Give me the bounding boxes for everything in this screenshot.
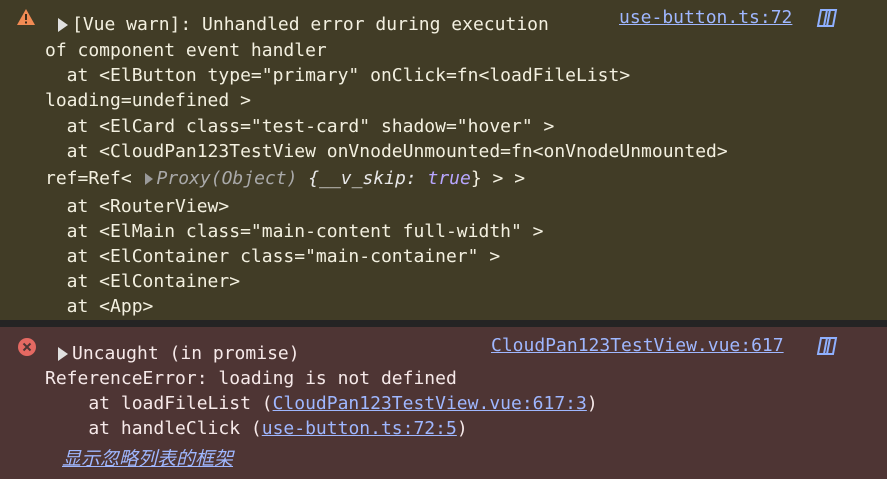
warning-title-continued: of component event handler <box>45 40 327 61</box>
error-icon <box>18 338 36 356</box>
trace-line: at <ElButton type="primary" onClick=fn<l… <box>45 65 631 86</box>
warning-icon <box>17 9 35 25</box>
console-warning-message: [Vue warn]: Unhandled error during execu… <box>0 0 887 320</box>
stack-frame: at handleClick (use-button.ts:72:5) <box>45 416 468 441</box>
console-error-message: Uncaught (in promise) CloudPan123TestVie… <box>0 327 887 479</box>
frame-source-link[interactable]: CloudPan123TestView.vue:617:3 <box>273 393 587 414</box>
frame-prefix: at handleClick ( <box>45 418 262 439</box>
copilot-icon[interactable] <box>815 7 839 29</box>
skip-key: {__v_skip: <box>297 168 428 189</box>
ref-suffix: } > > <box>470 168 526 189</box>
proxy-object[interactable]: Proxy(Object) <box>157 168 298 189</box>
error-title-line[interactable]: Uncaught (in promise) <box>56 341 300 366</box>
ref-prefix: ref=Ref< <box>45 168 143 189</box>
error-message: ReferenceError: loading is not defined <box>45 368 457 389</box>
error-title: Uncaught (in promise) <box>72 343 300 364</box>
trace-line: at <App> <box>45 296 154 317</box>
ref-line: ref=Ref< Proxy(Object) {__v_skip: true} … <box>45 166 525 191</box>
error-source-link[interactable]: CloudPan123TestView.vue:617 <box>491 335 784 356</box>
show-ignored-frames-link[interactable]: 显示忽略列表的框架 <box>62 444 233 471</box>
trace-line: at <CloudPan123TestView onVnodeUnmounted… <box>45 141 728 162</box>
trace-line: at <ElMain class="main-content full-widt… <box>45 221 544 242</box>
trace-line: at <ElContainer class="main-container" > <box>45 246 501 267</box>
trace-line: at <ElContainer> <box>45 271 241 292</box>
warning-source-link[interactable]: use-button.ts:72 <box>619 7 792 28</box>
trace-line: loading=undefined > <box>45 90 251 111</box>
frame-suffix: ) <box>456 418 468 439</box>
trace-line: at <ElCard class="test-card" shadow="hov… <box>45 116 555 137</box>
proxy-expand-icon[interactable] <box>144 173 153 185</box>
skip-value: true <box>427 168 471 189</box>
frame-source-link[interactable]: use-button.ts:72:5 <box>262 418 457 439</box>
frame-prefix: at loadFileList ( <box>45 393 273 414</box>
stack-frame: at loadFileList (CloudPan123TestView.vue… <box>45 391 598 416</box>
warning-title-line[interactable]: [Vue warn]: Unhandled error during execu… <box>56 12 549 37</box>
warning-title: [Vue warn]: Unhandled error during execu… <box>72 14 549 35</box>
copilot-icon[interactable] <box>815 335 839 357</box>
trace-line: at <RouterView> <box>45 196 230 217</box>
expand-triangle-icon[interactable] <box>58 347 68 361</box>
frame-suffix: ) <box>586 393 598 414</box>
expand-triangle-icon[interactable] <box>58 18 68 32</box>
